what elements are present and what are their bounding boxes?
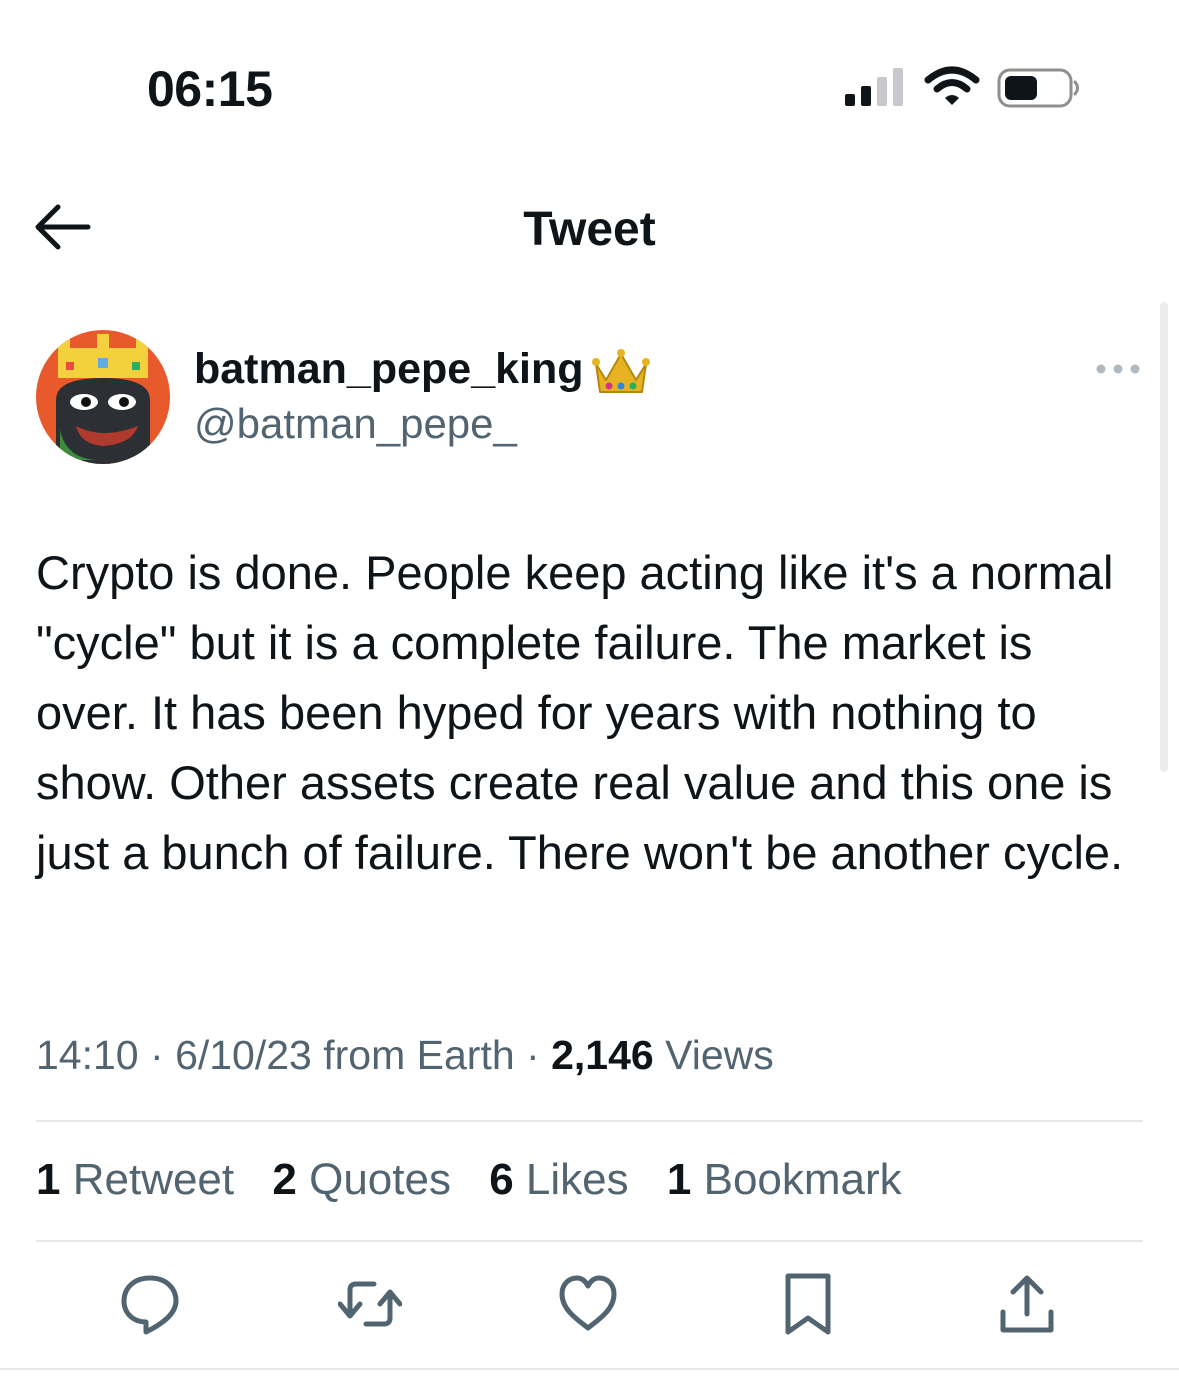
user-handle[interactable]: @batman_pepe_ [194, 400, 517, 448]
likes-count: 6 [489, 1155, 514, 1204]
reply-icon[interactable] [118, 1272, 182, 1336]
engagement-stats: 1 Retweet 2 Quotes 6 Likes 1 Bookmark [36, 1155, 928, 1205]
ellipsis-icon[interactable] [1095, 358, 1141, 380]
share-icon[interactable] [995, 1272, 1059, 1336]
quotes-count: 2 [272, 1155, 297, 1204]
crown-icon [592, 349, 650, 393]
retweets-count: 1 [36, 1155, 61, 1204]
scrollbar[interactable] [1160, 302, 1168, 772]
status-time: 06:15 [147, 61, 273, 117]
wifi-icon [924, 66, 980, 105]
battery-icon [997, 68, 1079, 108]
divider [36, 1240, 1143, 1242]
bookmarks-label: Bookmark [703, 1155, 902, 1204]
cellular-signal-icon [845, 68, 903, 106]
page-title: Tweet [523, 203, 656, 256]
avatar[interactable] [36, 330, 170, 464]
retweet-icon[interactable] [338, 1272, 402, 1336]
meta-separator: · [150, 1032, 176, 1078]
bookmark-icon[interactable] [776, 1272, 840, 1336]
views-label: Views [665, 1032, 774, 1078]
tweet-meta: 14:10 · 6/10/23 from Earth · 2,146 Views [36, 1032, 774, 1079]
like-icon[interactable] [556, 1272, 620, 1336]
retweets-stat[interactable]: 1 Retweet [36, 1155, 234, 1204]
quotes-label: Quotes [309, 1155, 451, 1204]
bookmarks-stat[interactable]: 1 Bookmark [667, 1155, 902, 1204]
nav-header: Tweet [0, 180, 1179, 280]
divider [0, 1368, 1179, 1370]
views-count: 2,146 [551, 1032, 654, 1078]
quotes-stat[interactable]: 2 Quotes [272, 1155, 451, 1204]
likes-label: Likes [525, 1155, 629, 1204]
retweets-label: Retweet [72, 1155, 235, 1204]
meta-separator: · [526, 1032, 552, 1078]
bookmarks-count: 1 [666, 1155, 692, 1204]
likes-stat[interactable]: 6 Likes [489, 1155, 628, 1204]
tweet-date-source: 6/10/23 from Earth [175, 1032, 515, 1078]
divider [36, 1120, 1143, 1122]
tweet-time: 14:10 [36, 1032, 139, 1078]
status-bar: 06:15 [0, 0, 1179, 160]
tweet-text: Crypto is done. People keep acting like … [36, 546, 1124, 879]
display-name[interactable]: batman_pepe_king [194, 345, 584, 394]
